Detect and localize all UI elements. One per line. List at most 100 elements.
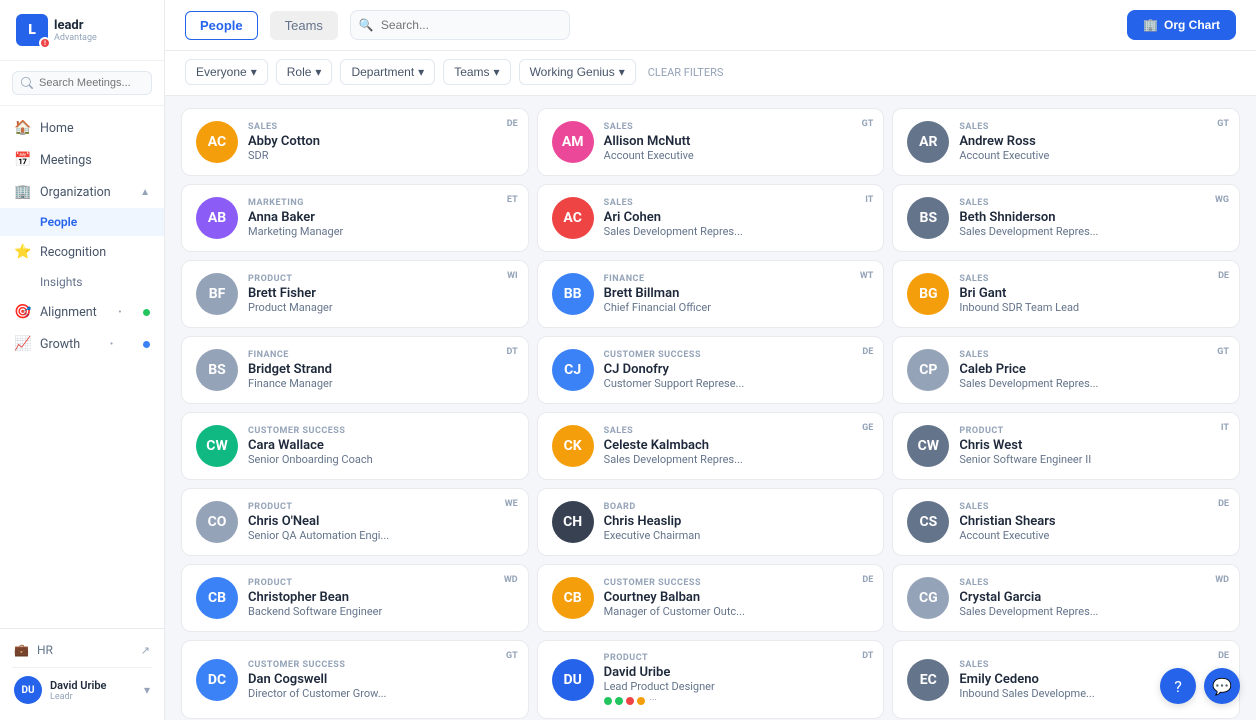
person-name: Beth Shniderson xyxy=(959,210,1225,225)
person-role: Marketing Manager xyxy=(248,225,514,238)
filter-teams[interactable]: Teams ▾ xyxy=(443,59,510,85)
support-buttons: ? 💬 xyxy=(1160,668,1240,704)
list-item[interactable]: CP SALES Caleb Price Sales Development R… xyxy=(892,336,1240,404)
person-dept: CUSTOMER SUCCESS xyxy=(604,350,870,360)
avatar: BB xyxy=(552,273,594,315)
list-item[interactable]: CW CUSTOMER SUCCESS Cara Wallace Senior … xyxy=(181,412,529,480)
list-item[interactable]: BS SALES Beth Shniderson Sales Developme… xyxy=(892,184,1240,252)
sidebar-item-alignment[interactable]: 🎯 Alignment • xyxy=(0,296,164,328)
meetings-icon: 📅 xyxy=(14,152,32,168)
user-menu-icon[interactable]: ▾ xyxy=(144,683,150,697)
person-info: SALES Beth Shniderson Sales Development … xyxy=(959,198,1225,238)
list-item[interactable]: AB MARKETING Anna Baker Marketing Manage… xyxy=(181,184,529,252)
list-item[interactable]: AC SALES Abby Cotton SDR DE xyxy=(181,108,529,176)
list-item[interactable]: CJ CUSTOMER SUCCESS CJ Donofry Customer … xyxy=(537,336,885,404)
person-role: Sales Development Repres... xyxy=(604,225,870,238)
list-item[interactable]: CO PRODUCT Chris O'Neal Senior QA Automa… xyxy=(181,488,529,556)
user-profile[interactable]: DU David Uribe Leadr ▾ xyxy=(12,667,152,712)
tab-people[interactable]: People xyxy=(185,11,258,40)
person-name: Celeste Kalmbach xyxy=(604,438,870,453)
person-info: SALES Caleb Price Sales Development Repr… xyxy=(959,350,1225,390)
person-info: SALES Celeste Kalmbach Sales Development… xyxy=(604,426,870,466)
dept-chevron-icon: ▾ xyxy=(418,65,424,79)
person-name: Chris Heaslip xyxy=(604,514,870,529)
filter-everyone[interactable]: Everyone ▾ xyxy=(185,59,268,85)
sidebar-item-growth[interactable]: 📈 Growth • xyxy=(0,328,164,360)
person-role: Product Manager xyxy=(248,301,514,314)
sidebar-item-growth-label: Growth xyxy=(40,337,80,352)
person-role: Sales Development Repres... xyxy=(959,377,1225,390)
sidebar-item-meetings[interactable]: 📅 Meetings xyxy=(0,144,164,176)
filter-department[interactable]: Department ▾ xyxy=(340,59,435,85)
list-item[interactable]: CS SALES Christian Shears Account Execut… xyxy=(892,488,1240,556)
filter-role[interactable]: Role ▾ xyxy=(276,59,333,85)
list-item[interactable]: CG SALES Crystal Garcia Sales Developmen… xyxy=(892,564,1240,632)
person-name: Bri Gant xyxy=(959,286,1225,301)
list-item[interactable]: CK SALES Celeste Kalmbach Sales Developm… xyxy=(537,412,885,480)
list-item[interactable]: AR SALES Andrew Ross Account Executive G… xyxy=(892,108,1240,176)
person-dept: SALES xyxy=(959,502,1225,512)
alignment-expand-icon: • xyxy=(118,307,121,318)
list-item[interactable]: AM SALES Allison McNutt Account Executiv… xyxy=(537,108,885,176)
person-dept: FINANCE xyxy=(248,350,514,360)
list-item[interactable]: BB FINANCE Brett Billman Chief Financial… xyxy=(537,260,885,328)
filter-working-genius[interactable]: Working Genius ▾ xyxy=(519,59,636,85)
person-role: Inbound SDR Team Lead xyxy=(959,301,1225,314)
person-dept: PRODUCT xyxy=(604,653,870,663)
search-input[interactable] xyxy=(350,10,570,40)
list-item[interactable]: CW PRODUCT Chris West Senior Software En… xyxy=(892,412,1240,480)
person-name: Dan Cogswell xyxy=(248,672,514,687)
sidebar-item-recognition[interactable]: ⭐ Recognition xyxy=(0,236,164,268)
organization-expand-icon: ▲ xyxy=(140,187,150,198)
list-item[interactable]: BG SALES Bri Gant Inbound SDR Team Lead … xyxy=(892,260,1240,328)
org-chart-icon: 🏢 xyxy=(1143,18,1158,32)
list-item[interactable]: CH BOARD Chris Heaslip Executive Chairma… xyxy=(537,488,885,556)
card-badge: WD xyxy=(1215,575,1229,585)
search-icon: 🔍 xyxy=(359,18,374,32)
person-dept: PRODUCT xyxy=(248,502,514,512)
avatar: AR xyxy=(907,121,949,163)
list-item[interactable]: BF PRODUCT Brett Fisher Product Manager … xyxy=(181,260,529,328)
sidebar-hr-item[interactable]: 💼 HR ↗ xyxy=(12,637,152,663)
avatar: DC xyxy=(196,659,238,701)
sidebar-item-home[interactable]: 🏠 Home xyxy=(0,112,164,144)
list-item[interactable]: AC SALES Ari Cohen Sales Development Rep… xyxy=(537,184,885,252)
card-badge: GE xyxy=(862,423,873,433)
avatar: EC xyxy=(907,659,949,701)
search-meetings-input[interactable] xyxy=(12,71,152,95)
card-badge: DE xyxy=(1218,651,1229,661)
list-item[interactable]: BS FINANCE Bridget Strand Finance Manage… xyxy=(181,336,529,404)
person-name: David Uribe xyxy=(604,665,870,680)
user-info: David Uribe Leadr xyxy=(50,679,136,702)
list-item[interactable]: CB PRODUCT Christopher Bean Backend Soft… xyxy=(181,564,529,632)
help-button[interactable]: ? xyxy=(1160,668,1196,704)
list-item[interactable]: CB CUSTOMER SUCCESS Courtney Balban Mana… xyxy=(537,564,885,632)
clear-filters-button[interactable]: CLEAR FILTERS xyxy=(648,66,724,79)
org-chart-button[interactable]: 🏢 Org Chart xyxy=(1127,10,1236,40)
wg-chevron-icon: ▾ xyxy=(619,65,625,79)
person-info: PRODUCT Chris O'Neal Senior QA Automatio… xyxy=(248,502,514,542)
person-dept: PRODUCT xyxy=(248,578,514,588)
tab-teams[interactable]: Teams xyxy=(270,11,338,40)
growth-dot xyxy=(143,341,150,348)
sidebar-item-organization[interactable]: 🏢 Organization ▲ xyxy=(0,176,164,208)
person-role: Director of Customer Grow... xyxy=(248,687,514,700)
person-name: Brett Billman xyxy=(604,286,870,301)
avatar: BS xyxy=(907,197,949,239)
person-name: Bridget Strand xyxy=(248,362,514,377)
person-info: SALES Andrew Ross Account Executive xyxy=(959,122,1225,162)
sidebar-item-insights[interactable]: Insights xyxy=(0,268,164,296)
list-item[interactable]: DC CUSTOMER SUCCESS Dan Cogswell Directo… xyxy=(181,640,529,719)
avatar: CG xyxy=(907,577,949,619)
person-name: Brett Fisher xyxy=(248,286,514,301)
chat-button[interactable]: 💬 xyxy=(1204,668,1240,704)
avatar: AB xyxy=(196,197,238,239)
person-name: Crystal Garcia xyxy=(959,590,1225,605)
person-role: Chief Financial Officer xyxy=(604,301,870,314)
sidebar-item-people[interactable]: People xyxy=(0,208,164,236)
alignment-icon: 🎯 xyxy=(14,304,32,320)
list-item[interactable]: DU PRODUCT David Uribe Lead Product Desi… xyxy=(537,640,885,719)
person-info: SALES Bri Gant Inbound SDR Team Lead xyxy=(959,274,1225,314)
logo-icon: L ! xyxy=(16,14,48,46)
person-name: Ari Cohen xyxy=(604,210,870,225)
